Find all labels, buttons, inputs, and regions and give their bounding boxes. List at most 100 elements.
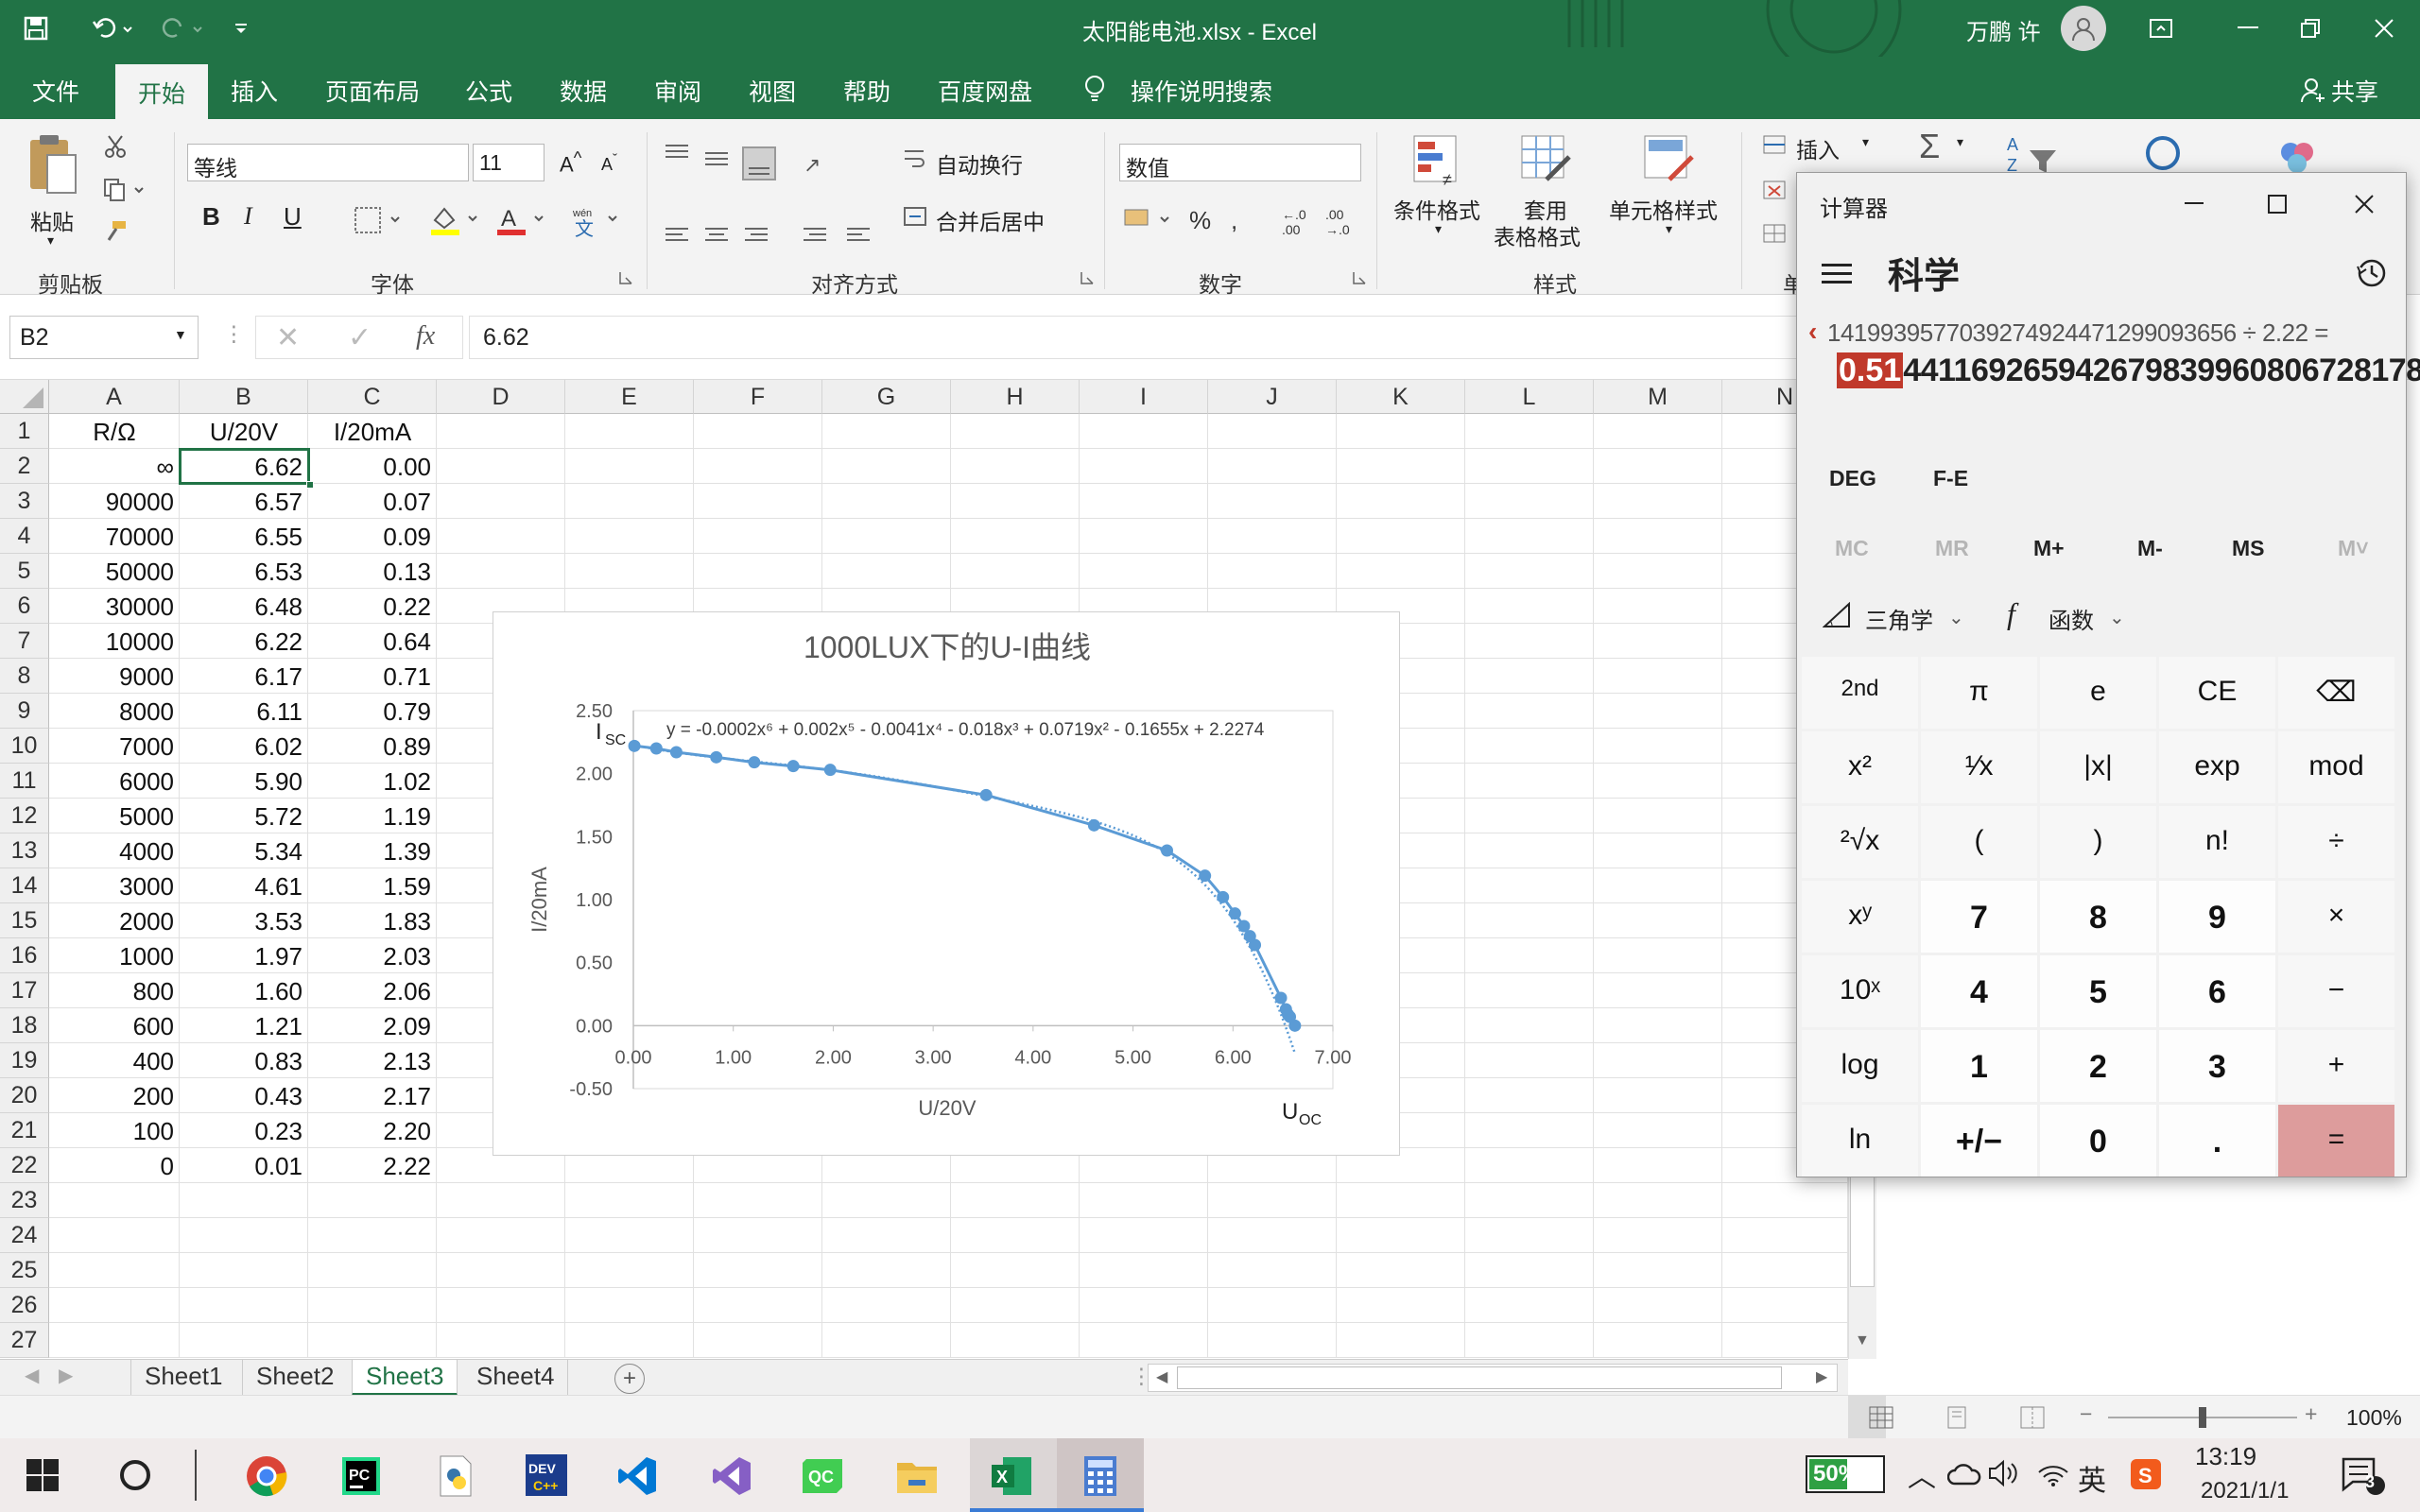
table-cell[interactable]: 50000: [49, 558, 180, 587]
table-cell[interactable]: 0.01: [180, 1152, 308, 1181]
chrome-icon[interactable]: [238, 1452, 295, 1501]
sheet-tab-3[interactable]: Sheet3: [352, 1360, 458, 1396]
table-cell[interactable]: 3000: [49, 872, 180, 902]
borders-icon[interactable]: [352, 204, 408, 236]
row-header[interactable]: 9: [0, 694, 49, 729]
row-header[interactable]: 8: [0, 659, 49, 694]
table-cell[interactable]: 5.72: [180, 802, 308, 832]
table-cell[interactable]: 0.64: [308, 627, 437, 657]
calc-key-reciprocal[interactable]: ¹∕x: [1921, 731, 2037, 803]
calc-key-ln[interactable]: ln: [1802, 1105, 1918, 1177]
python-file-icon[interactable]: [427, 1452, 484, 1501]
row-header[interactable]: 3: [0, 484, 49, 519]
table-cell[interactable]: 8000: [49, 697, 180, 727]
tab-file[interactable]: 文件: [32, 74, 79, 108]
calc-key-pi[interactable]: π: [1921, 657, 2037, 729]
clock-time[interactable]: 13:19: [2195, 1442, 2256, 1471]
table-header-cell[interactable]: U/20V: [180, 418, 308, 447]
function-dropdown[interactable]: 函数: [2048, 602, 2094, 635]
column-header-m[interactable]: M: [1594, 380, 1722, 414]
m-minus-button[interactable]: M-: [2137, 536, 2163, 561]
calc-key-8[interactable]: 8: [2040, 881, 2156, 953]
row-header[interactable]: 21: [0, 1113, 49, 1148]
table-header-cell[interactable]: R/Ω: [49, 418, 180, 447]
page-break-view-icon[interactable]: [2017, 1403, 2048, 1432]
file-explorer-icon[interactable]: [889, 1452, 945, 1501]
table-cell[interactable]: 0.22: [308, 593, 437, 622]
table-cell[interactable]: 600: [49, 1012, 180, 1041]
table-cell[interactable]: 100: [49, 1117, 180, 1146]
calc-key-power[interactable]: xʸ: [1802, 881, 1918, 953]
calc-key-1[interactable]: 1: [1921, 1030, 2037, 1102]
table-cell[interactable]: 2.17: [308, 1082, 437, 1111]
share-button[interactable]: 共享: [2331, 74, 2378, 108]
qt-creator-icon[interactable]: QC: [794, 1452, 851, 1501]
tab-home[interactable]: 开始: [115, 64, 209, 119]
table-cell[interactable]: 1.19: [308, 802, 437, 832]
add-sheet-icon[interactable]: +: [614, 1364, 645, 1394]
calc-key-negate[interactable]: +/−: [1921, 1105, 2037, 1177]
row-header[interactable]: 12: [0, 799, 49, 833]
table-cell[interactable]: 7000: [49, 732, 180, 762]
table-cell[interactable]: 2.22: [308, 1152, 437, 1181]
show-hidden-icons[interactable]: ︿: [1908, 1453, 1936, 1495]
table-cell[interactable]: 0.09: [308, 523, 437, 552]
calc-key-exp[interactable]: exp: [2159, 731, 2275, 803]
mc-button[interactable]: MC: [1835, 536, 1869, 561]
tab-baidu-netdisk[interactable]: 百度网盘: [938, 74, 1032, 108]
conditional-format-button[interactable]: ≠ 条件格式 ▾: [1390, 132, 1494, 265]
normal-view-icon[interactable]: [1866, 1403, 1896, 1432]
scroll-left-icon[interactable]: ◀: [1156, 1367, 1167, 1386]
calc-key-factorial[interactable]: n!: [2159, 806, 2275, 878]
calc-key-multiply[interactable]: ×: [2278, 881, 2394, 953]
row-header[interactable]: 17: [0, 973, 49, 1008]
number-format-icons[interactable]: %, ←.0.00 .00 →.0: [1119, 200, 1365, 242]
table-cell[interactable]: 6.11: [180, 697, 308, 727]
row-header[interactable]: 4: [0, 519, 49, 554]
fill-handle[interactable]: [306, 481, 314, 489]
table-cell[interactable]: 1.21: [180, 1012, 308, 1041]
pycharm-icon[interactable]: PC: [333, 1452, 389, 1501]
table-cell[interactable]: 2.06: [308, 977, 437, 1006]
sort-filter-icon[interactable]: AZ: [2002, 130, 2061, 178]
table-cell[interactable]: 6.53: [180, 558, 308, 587]
row-header[interactable]: 20: [0, 1078, 49, 1113]
row-header[interactable]: 10: [0, 729, 49, 764]
table-cell[interactable]: 0.83: [180, 1047, 308, 1076]
calc-key-backspace[interactable]: ⌫: [2278, 657, 2394, 729]
decrease-font-icon[interactable]: Aˇ: [601, 151, 617, 175]
table-cell[interactable]: 90000: [49, 488, 180, 517]
column-header-c[interactable]: C: [308, 380, 437, 414]
column-header-d[interactable]: D: [437, 380, 565, 414]
font-dialog-launcher-icon[interactable]: [616, 268, 635, 287]
table-cell[interactable]: 30000: [49, 593, 180, 622]
font-name-combo[interactable]: 等线: [187, 144, 469, 181]
calc-key-minus[interactable]: −: [2278, 955, 2394, 1027]
calc-key-absolute[interactable]: |x|: [2040, 731, 2156, 803]
calc-key-2[interactable]: 2: [2040, 1030, 2156, 1102]
insert-cells-button[interactable]: 插入: [1796, 132, 1840, 164]
tab-insert[interactable]: 插入: [231, 74, 278, 108]
calc-key-square[interactable]: x²: [1802, 731, 1918, 803]
calculator-taskbar-icon[interactable]: [1072, 1452, 1129, 1501]
battery-indicator[interactable]: 50%: [1806, 1455, 1885, 1493]
tab-data[interactable]: 数据: [560, 74, 607, 108]
restore-icon[interactable]: [2290, 11, 2331, 45]
table-cell[interactable]: 0.07: [308, 488, 437, 517]
table-cell[interactable]: 5000: [49, 802, 180, 832]
italic-button[interactable]: I: [244, 202, 252, 231]
table-cell[interactable]: 5.90: [180, 767, 308, 797]
calc-key-e[interactable]: e: [2040, 657, 2156, 729]
column-header-g[interactable]: G: [822, 380, 951, 414]
table-cell[interactable]: 0.89: [308, 732, 437, 762]
expression-scroll-left-icon[interactable]: ‹: [1808, 317, 1817, 347]
row-header[interactable]: 27: [0, 1323, 49, 1358]
table-cell[interactable]: 2.03: [308, 942, 437, 971]
tell-me-search[interactable]: 操作说明搜索: [1131, 74, 1272, 108]
tab-scroll-left-icon[interactable]: ◀: [25, 1364, 39, 1387]
table-cell[interactable]: 1.83: [308, 907, 437, 936]
calc-key-4[interactable]: 4: [1921, 955, 2037, 1027]
devcpp-icon[interactable]: DEV C++: [518, 1450, 575, 1501]
scroll-right-icon[interactable]: ▶: [1816, 1367, 1827, 1386]
merge-center-button[interactable]: 合并后居中: [936, 204, 1045, 236]
